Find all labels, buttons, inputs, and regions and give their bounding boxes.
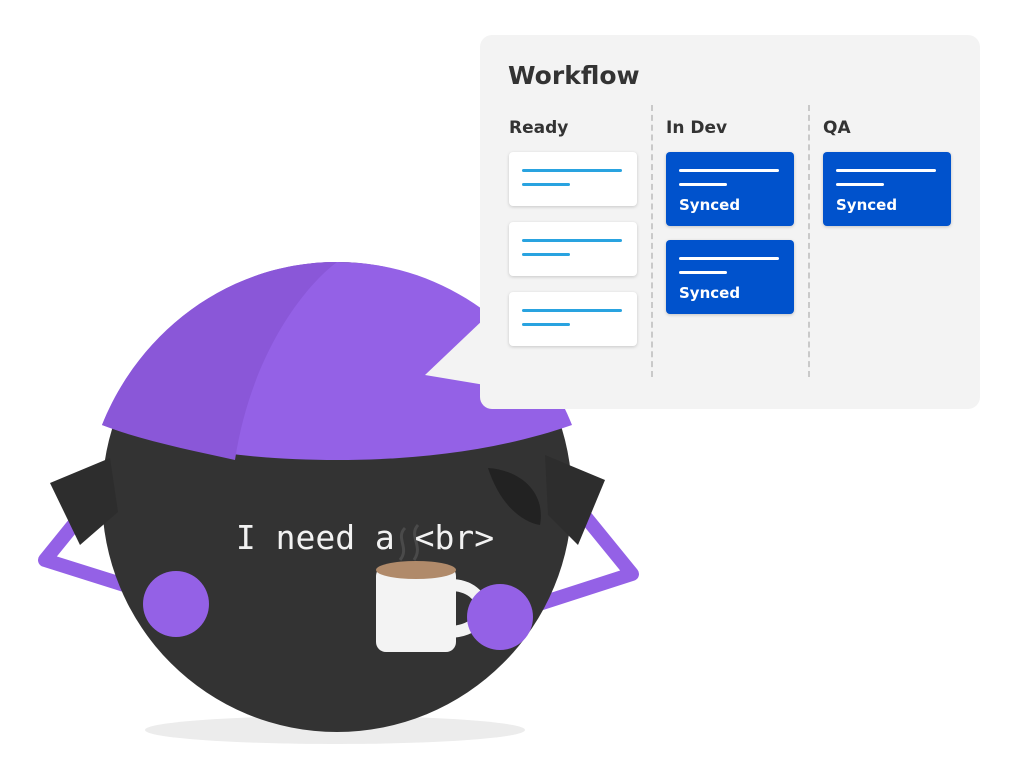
card-text-line bbox=[836, 169, 936, 172]
card-text-line bbox=[522, 183, 570, 186]
column-divider bbox=[651, 105, 653, 377]
card-text-line bbox=[679, 257, 779, 260]
column-qa: QA Synced bbox=[823, 117, 953, 379]
task-card[interactable] bbox=[509, 152, 637, 206]
right-hand bbox=[467, 584, 533, 650]
column-ready: Ready bbox=[509, 117, 639, 379]
card-text-line bbox=[679, 183, 727, 186]
column-title: Ready bbox=[509, 118, 569, 138]
card-text-line bbox=[522, 169, 622, 172]
card-text-line bbox=[522, 309, 622, 312]
column-title: In Dev bbox=[666, 118, 728, 138]
card-status-label: Synced bbox=[679, 196, 741, 214]
column-divider bbox=[808, 105, 810, 377]
workflow-board: Workflow Ready In Dev Synced Synced QA S… bbox=[480, 35, 980, 409]
card-text-line bbox=[836, 183, 884, 186]
column-title: QA bbox=[823, 118, 851, 138]
card-text-line bbox=[522, 323, 570, 326]
task-card[interactable] bbox=[509, 292, 637, 346]
card-text-line bbox=[522, 253, 570, 256]
left-hand bbox=[143, 571, 209, 637]
workflow-title: Workflow bbox=[508, 61, 640, 90]
card-status-label: Synced bbox=[679, 284, 741, 302]
card-text-line bbox=[679, 169, 779, 172]
character-speech-text: I need a <br> bbox=[235, 518, 495, 557]
task-card[interactable]: Synced bbox=[823, 152, 951, 226]
card-text-line bbox=[522, 239, 622, 242]
card-text-line bbox=[679, 271, 727, 274]
mug-coffee bbox=[376, 561, 456, 579]
task-card[interactable]: Synced bbox=[666, 240, 794, 314]
task-card[interactable]: Synced bbox=[666, 152, 794, 226]
column-in-dev: In Dev Synced Synced bbox=[666, 117, 796, 379]
task-card[interactable] bbox=[509, 222, 637, 276]
card-status-label: Synced bbox=[836, 196, 898, 214]
